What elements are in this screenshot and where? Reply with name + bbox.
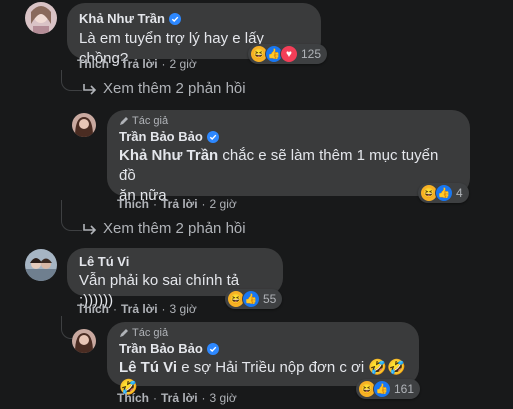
- reaction-count: 4: [456, 186, 463, 200]
- timestamp[interactable]: 2 giờ: [210, 197, 237, 211]
- like-reaction-icon: 👍: [242, 290, 260, 308]
- comment-actions: Thích · Trả lời · 3 giờ: [117, 391, 237, 405]
- thread-line: [61, 316, 72, 339]
- reply-arrow-icon: [83, 83, 97, 95]
- comment-actions: Thích · Trả lời · 2 giờ: [77, 57, 197, 71]
- avatar[interactable]: [25, 249, 57, 281]
- mention-link[interactable]: Lê Tú Vi: [119, 359, 177, 376]
- like-link[interactable]: Thích: [117, 197, 149, 211]
- like-link[interactable]: Thích: [77, 302, 109, 316]
- view-more-replies-label[interactable]: Xem thêm 2 phản hồi: [103, 220, 246, 237]
- reaction-summary[interactable]: 😆 👍 161: [356, 379, 421, 399]
- timestamp[interactable]: 3 giờ: [210, 391, 237, 405]
- author-tag: Tác giả: [119, 327, 407, 339]
- verified-badge-icon: [206, 130, 219, 143]
- author-name[interactable]: Lê Tú Vi: [79, 254, 129, 269]
- reaction-count: 161: [394, 382, 415, 396]
- reply-arrow-icon: [83, 223, 97, 235]
- comment-author[interactable]: Khả Như Trần: [79, 11, 309, 26]
- view-more-replies[interactable]: Xem thêm 2 phản hồi: [83, 220, 246, 237]
- like-link[interactable]: Thích: [77, 57, 109, 71]
- like-link[interactable]: Thích: [117, 391, 149, 405]
- verified-badge-icon: [168, 12, 181, 25]
- author-tag: Tác giả: [119, 115, 458, 127]
- author-tag-label: Tác giả: [132, 115, 169, 127]
- comment-actions: Thích · Trả lời · 2 giờ: [117, 197, 237, 211]
- author-name[interactable]: Khả Như Trần: [79, 11, 165, 26]
- pencil-icon: [120, 329, 128, 337]
- reply-bubble: Tác giả Trần Bảo Bảo Khả Như Trần chắc e…: [107, 110, 470, 204]
- verified-badge-icon: [206, 342, 219, 355]
- view-more-replies[interactable]: Xem thêm 2 phản hồi: [83, 80, 246, 97]
- reaction-count: 55: [263, 292, 277, 306]
- reply-link[interactable]: Trả lời: [121, 302, 158, 316]
- author-name[interactable]: Trần Bảo Bảo: [119, 341, 203, 356]
- avatar[interactable]: [25, 2, 57, 34]
- reaction-summary[interactable]: 😆 👍 55: [225, 289, 283, 309]
- reply-bubble: Tác giả Trần Bảo Bảo Lê Tú Vi e sợ Hải T…: [107, 322, 419, 396]
- pencil-icon: [120, 117, 128, 125]
- view-more-replies-label[interactable]: Xem thêm 2 phản hồi: [103, 80, 246, 97]
- reaction-summary[interactable]: 😆 👍 4: [418, 183, 469, 203]
- comment-author[interactable]: Trần Bảo Bảo: [119, 129, 458, 144]
- avatar[interactable]: [72, 329, 96, 353]
- timestamp[interactable]: 3 giờ: [170, 302, 197, 316]
- reaction-count: 125: [301, 47, 322, 61]
- mention-link[interactable]: Khả Như Trần: [119, 147, 218, 164]
- comment-author[interactable]: Lê Tú Vi: [79, 254, 271, 269]
- reply-link[interactable]: Trả lời: [121, 57, 158, 71]
- comment-author[interactable]: Trần Bảo Bảo: [119, 341, 407, 356]
- thread-line: [61, 70, 82, 91]
- reaction-summary[interactable]: 😆 👍 ♥ 125: [248, 44, 328, 64]
- author-name[interactable]: Trần Bảo Bảo: [119, 129, 203, 144]
- like-reaction-icon: 👍: [435, 184, 453, 202]
- author-tag-label: Tác giả: [132, 327, 169, 339]
- love-reaction-icon: ♥: [280, 45, 298, 63]
- reply-link[interactable]: Trả lời: [161, 197, 198, 211]
- timestamp[interactable]: 2 giờ: [170, 57, 197, 71]
- comment-actions: Thích · Trả lời · 3 giờ: [77, 302, 197, 316]
- avatar[interactable]: [72, 113, 96, 137]
- thread-line: [61, 200, 82, 231]
- like-reaction-icon: 👍: [373, 380, 391, 398]
- reply-link[interactable]: Trả lời: [161, 391, 198, 405]
